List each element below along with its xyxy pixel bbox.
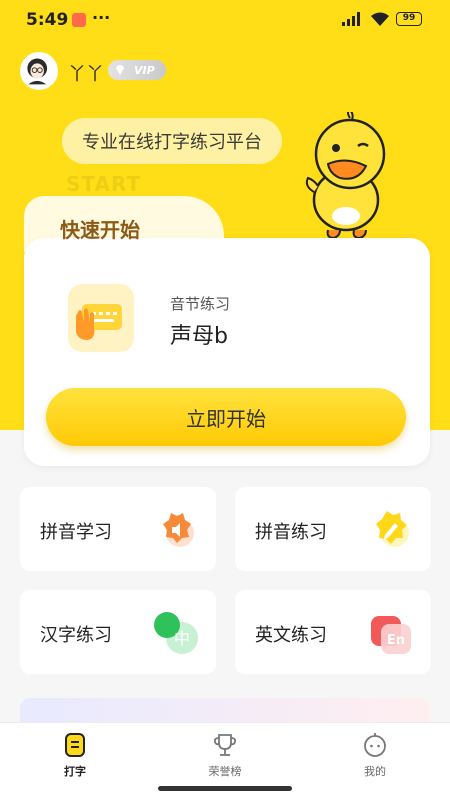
quick-start-title: 快速开始 <box>60 218 140 242</box>
vip-label: VIP <box>134 63 155 77</box>
diamond-icon <box>116 65 124 75</box>
english-icon-text: En <box>387 633 405 648</box>
english-icon: En <box>371 616 411 654</box>
feature-label: 汉字练习 <box>40 625 112 646</box>
notification-icon <box>72 13 86 27</box>
feature-pinyin-learning[interactable]: 拼音学习 <box>20 487 216 571</box>
feature-label: 拼音练习 <box>255 522 327 543</box>
lesson-name: 声母b <box>170 324 228 349</box>
duck-mascot-icon <box>305 112 386 240</box>
start-watermark: START <box>66 172 142 196</box>
keyboard-hand-icon <box>76 304 122 340</box>
wifi-icon <box>371 12 389 26</box>
chinese-char-text: 中 <box>174 629 190 648</box>
trophy-icon <box>213 734 237 756</box>
feature-label: 英文练习 <box>255 625 327 646</box>
feature-label: 拼音学习 <box>40 522 112 543</box>
feature-chinese-practice[interactable]: 汉字练习 中 <box>20 590 216 674</box>
avatar-face-icon <box>27 58 48 85</box>
nav-label: 打字 <box>64 765 86 778</box>
feature-english-practice[interactable]: 英文练习 En <box>235 590 431 674</box>
nav-label: 荣誉榜 <box>208 765 242 778</box>
feature-pinyin-practice[interactable]: 拼音练习 <box>235 487 431 571</box>
status-time: 5:49 <box>26 10 69 30</box>
start-now-button[interactable]: 立即开始 <box>46 388 406 446</box>
vip-badge[interactable]: VIP <box>108 60 166 80</box>
home-indicator <box>158 786 292 791</box>
pencil-icon <box>376 511 409 547</box>
syllable-practice-icon-box <box>68 284 134 352</box>
signal-icon <box>342 12 364 26</box>
username[interactable]: 丫丫 <box>68 60 104 86</box>
status-bar: 5:49 ··· 99 <box>0 0 450 40</box>
lesson-category: 音节练习 <box>170 295 231 313</box>
nav-item-typing[interactable]: 打字 <box>35 731 115 779</box>
slogan-bubble: 专业在线打字练习平台 <box>62 118 282 164</box>
nav-label: 我的 <box>364 765 386 778</box>
nav-item-mine[interactable]: 我的 <box>335 731 415 779</box>
chinese-char-icon: 中 <box>154 612 198 654</box>
speaker-icon <box>163 513 194 547</box>
battery-icon: 99 <box>396 12 422 26</box>
more-notifications-icon: ··· <box>92 8 111 27</box>
keyboard-tab-icon <box>65 733 85 757</box>
nav-item-honor-board[interactable]: 荣誉榜 <box>185 731 265 779</box>
avatar[interactable] <box>20 52 58 90</box>
profile-face-icon <box>364 733 386 757</box>
